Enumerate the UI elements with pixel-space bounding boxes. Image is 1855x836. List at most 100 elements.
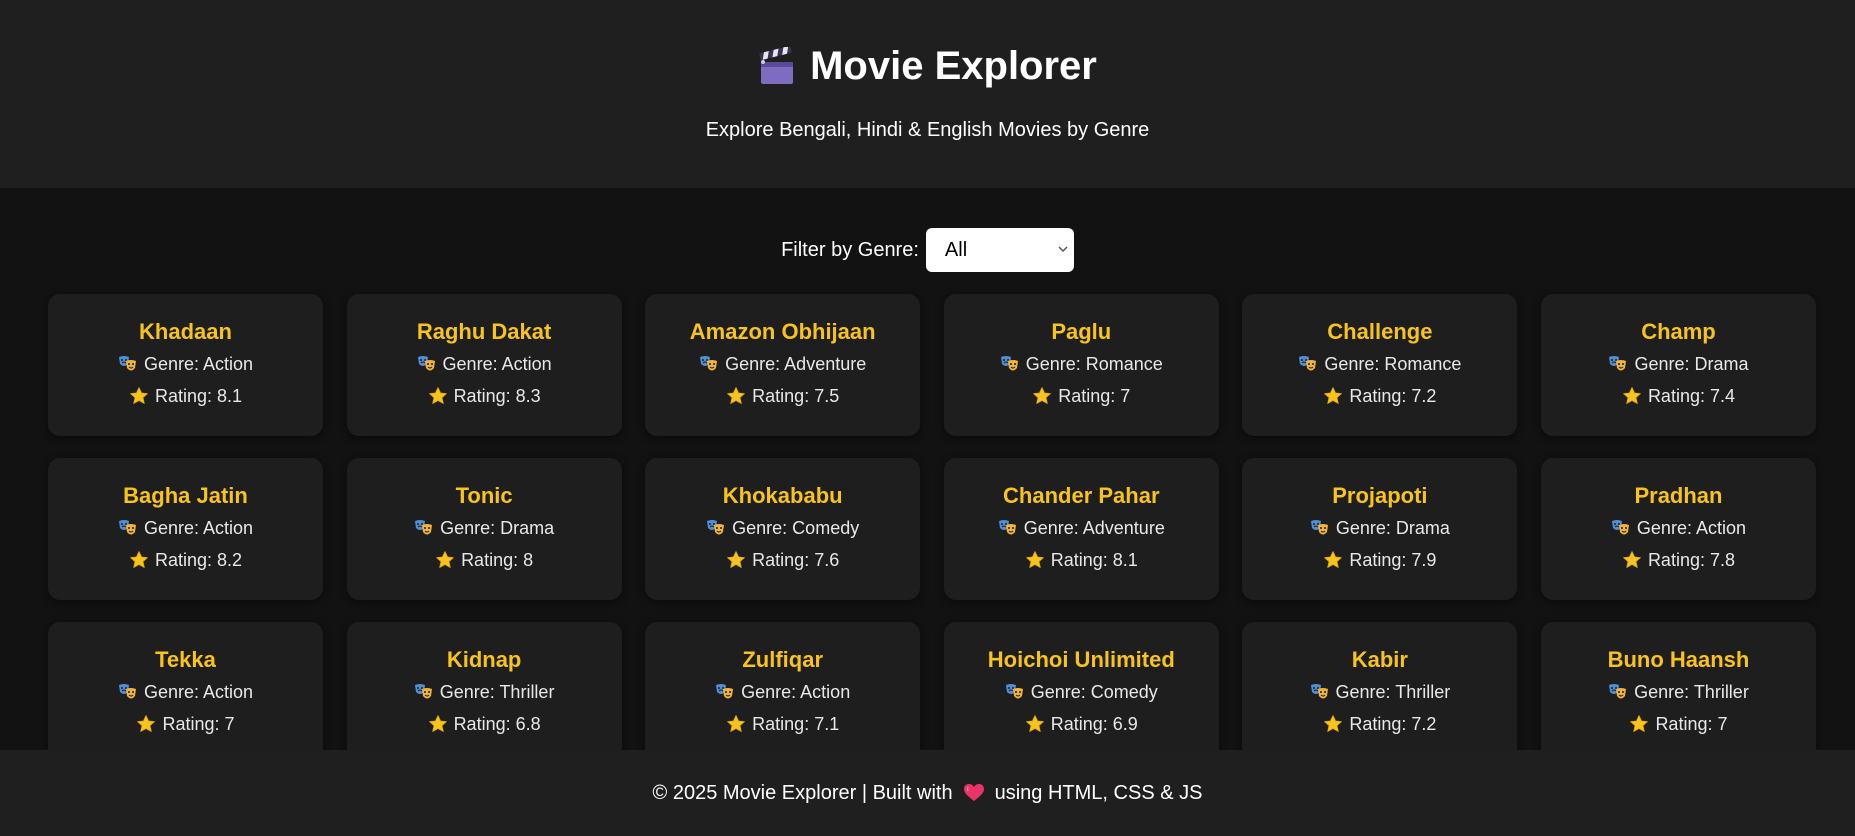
movie-title: Amazon Obhijaan <box>689 319 876 344</box>
movie-genre-text: Genre: Thriller <box>439 682 555 702</box>
movie-genre-text: Genre: Action <box>143 518 254 538</box>
movie-genre-text: Genre: Romance <box>1324 354 1462 374</box>
movie-genre: Genre: Thriller <box>347 682 622 702</box>
star-icon <box>1324 715 1343 732</box>
movie-title: Raghu Dakat <box>416 319 552 344</box>
movie-rating: Rating: 7.2 <box>1242 714 1517 734</box>
movie-card[interactable]: Bagha Jatin Genre: Action Rating: 8.2 <box>48 458 323 600</box>
theater-masks-icon <box>1609 356 1627 371</box>
movie-rating-text: Rating: 8 <box>461 550 534 570</box>
movie-rating-text: Rating: 8.2 <box>154 550 243 570</box>
theater-masks-icon <box>118 520 136 535</box>
movie-rating: Rating: 6.8 <box>347 714 622 734</box>
movie-rating-text: Rating: 7.2 <box>1349 714 1437 734</box>
star-icon <box>428 387 447 404</box>
movie-card[interactable]: Zulfiqar Genre: Action Rating: 7.1 <box>645 622 921 764</box>
star-icon <box>1025 551 1044 568</box>
movie-genre-text: Genre: Thriller <box>1634 682 1749 702</box>
movie-card[interactable]: Tekka Genre: Action Rating: 7 <box>48 622 323 764</box>
movie-card[interactable]: Tonic Genre: Drama Rating: 8 <box>346 458 622 600</box>
genre-select-value: All <box>944 238 968 261</box>
movie-rating: Rating: 7.4 <box>1541 386 1816 406</box>
movie-rating: Rating: 8.3 <box>347 386 622 406</box>
movie-card[interactable]: Buno Haansh Genre: Thriller Rating: 7 <box>1540 622 1816 764</box>
movie-card[interactable]: Khokababu Genre: Comedy Rating: 7.6 <box>645 458 921 600</box>
star-icon <box>727 551 746 568</box>
movie-genre: Genre: Action <box>347 354 622 374</box>
movie-genre-text: Genre: Action <box>442 354 552 374</box>
movie-card[interactable]: Pradhan Genre: Action Rating: 7.8 <box>1540 458 1816 600</box>
footer-text-before: © 2025 Movie Explorer | Built with <box>652 781 953 804</box>
theater-masks-icon <box>1310 520 1328 535</box>
movie-rating: Rating: 7.2 <box>1242 386 1517 406</box>
movie-card[interactable]: Paglu Genre: Romance Rating: 7 <box>943 294 1219 436</box>
movie-rating: Rating: 7.6 <box>645 550 920 570</box>
movie-card[interactable]: Challenge Genre: Romance Rating: 7.2 <box>1242 294 1518 436</box>
genre-select[interactable]: All <box>925 228 1074 272</box>
chevron-down-icon <box>1058 246 1068 253</box>
genre-filter: Filter by Genre: All <box>0 228 1855 272</box>
movie-genre: Genre: Romance <box>1242 354 1517 374</box>
movie-rating-text: Rating: 7.6 <box>752 550 840 570</box>
star-icon <box>1324 551 1343 568</box>
movie-rating-text: Rating: 8.3 <box>453 386 541 406</box>
clapperboard-icon <box>759 46 794 84</box>
movie-title: Paglu <box>1051 319 1112 344</box>
movie-card[interactable]: Raghu Dakat Genre: Action Rating: 8.3 <box>346 294 622 436</box>
theater-masks-icon <box>707 520 725 535</box>
movie-genre-text: Genre: Drama <box>440 518 555 538</box>
movie-genre: Genre: Drama <box>347 518 622 538</box>
movie-rating: Rating: 7 <box>48 714 323 734</box>
movie-genre: Genre: Romance <box>944 354 1219 374</box>
theater-masks-icon <box>417 356 435 371</box>
star-icon <box>436 551 454 568</box>
movie-card[interactable]: Champ Genre: Drama Rating: 7.4 <box>1540 294 1816 436</box>
movie-title: Zulfiqar <box>742 647 824 672</box>
movie-title: Pradhan <box>1634 483 1723 508</box>
movie-card[interactable]: Amazon Obhijaan Genre: Adventure Rating:… <box>645 294 921 436</box>
movie-genre-text: Genre: Adventure <box>725 354 867 374</box>
movie-rating-text: Rating: 6.8 <box>453 714 541 734</box>
movie-genre: Genre: Action <box>48 354 323 374</box>
movie-title: Chander Pahar <box>1003 483 1160 508</box>
theater-masks-icon <box>1609 684 1627 699</box>
movie-rating: Rating: 7 <box>944 386 1219 406</box>
movie-title: Kidnap <box>446 647 522 672</box>
movie-card[interactable]: Projapoti Genre: Drama Rating: 7.9 <box>1242 458 1518 600</box>
movie-card[interactable]: Kidnap Genre: Thriller Rating: 6.8 <box>346 622 622 764</box>
movie-title: Challenge <box>1327 319 1433 344</box>
site-footer: © 2025 Movie Explorer | Built with using… <box>0 750 1855 836</box>
movie-rating: Rating: 8.2 <box>48 550 323 570</box>
movie-rating-text: Rating: 7.9 <box>1349 550 1437 570</box>
movie-rating: Rating: 7.1 <box>645 714 920 734</box>
movie-genre-text: Genre: Adventure <box>1023 518 1165 538</box>
theater-masks-icon <box>118 356 136 371</box>
movie-rating-text: Rating: 7.2 <box>1349 386 1437 406</box>
movie-title: Bagha Jatin <box>123 483 248 508</box>
movie-rating-text: Rating: 7.8 <box>1647 550 1735 570</box>
movie-title: Khokababu <box>722 483 843 508</box>
movie-title: Champ <box>1641 319 1716 344</box>
movie-rating-text: Rating: 7 <box>1655 714 1728 734</box>
heart-icon <box>963 784 984 801</box>
theater-masks-icon <box>118 684 136 699</box>
star-icon <box>428 715 447 732</box>
movie-card[interactable]: Chander Pahar Genre: Adventure Rating: 8… <box>943 458 1219 600</box>
theater-masks-icon <box>1005 684 1023 699</box>
star-icon <box>137 715 156 732</box>
movie-title: Hoichoi Unlimited <box>987 647 1175 672</box>
star-icon <box>727 715 746 732</box>
star-icon <box>1630 715 1649 732</box>
movie-rating: Rating: 8.1 <box>48 386 323 406</box>
star-icon <box>1623 551 1641 568</box>
movie-card[interactable]: Kabir Genre: Thriller Rating: 7.2 <box>1242 622 1518 764</box>
movie-rating-text: Rating: 7.5 <box>752 386 840 406</box>
movie-card[interactable]: Hoichoi Unlimited Genre: Comedy Rating: … <box>943 622 1219 764</box>
movie-genre-text: Genre: Action <box>143 682 254 702</box>
star-icon <box>1025 715 1044 732</box>
movie-rating-text: Rating: 7 <box>1058 386 1131 406</box>
movie-card[interactable]: Khadaan Genre: Action Rating: 8.1 <box>48 294 323 436</box>
movie-rating-text: Rating: 8.1 <box>1050 550 1138 570</box>
star-icon <box>1033 387 1052 404</box>
movie-rating-text: Rating: 7.1 <box>752 714 840 734</box>
